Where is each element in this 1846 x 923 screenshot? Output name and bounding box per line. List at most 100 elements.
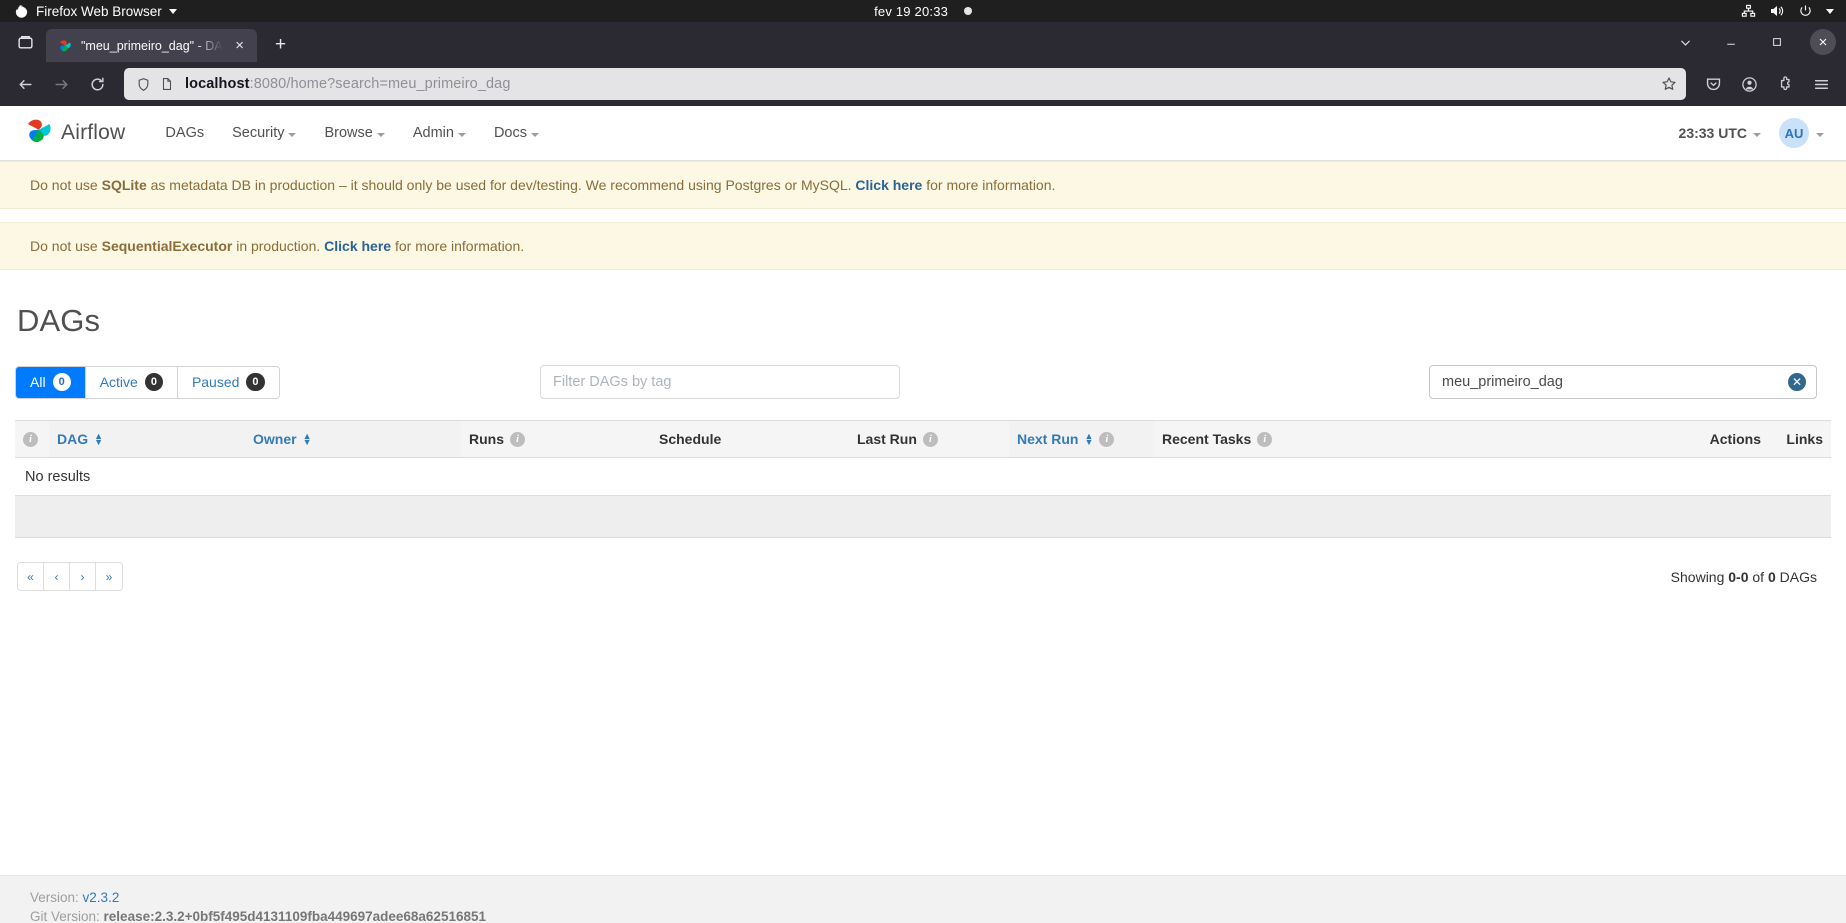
status-tab-label: All xyxy=(30,374,46,390)
timezone-selector[interactable]: 23:33 UTC xyxy=(1679,125,1761,141)
pagination-row: « ‹ › » Showing 0-0 of 0 DAGs xyxy=(15,562,1831,591)
version-label: Version: xyxy=(30,890,79,905)
user-menu[interactable]: AU xyxy=(1769,118,1824,148)
chevron-down-icon xyxy=(531,132,539,137)
info-icon[interactable]: i xyxy=(922,431,938,447)
shield-icon[interactable] xyxy=(134,75,152,93)
info-icon[interactable]: i xyxy=(23,431,38,447)
status-tab-paused[interactable]: Paused 0 xyxy=(177,366,279,398)
airflow-page: Airflow DAGs Security Browse Admin Docs … xyxy=(0,106,1846,923)
alert-text-post: for more information. xyxy=(922,177,1056,193)
alert-text-pre: Do not use xyxy=(30,238,102,254)
pocket-icon[interactable] xyxy=(1696,67,1730,101)
col-label: Links xyxy=(1786,431,1823,447)
tab-close-icon[interactable]: × xyxy=(231,37,249,55)
col-links: Links xyxy=(1769,420,1831,458)
chevron-down-icon[interactable] xyxy=(1826,8,1834,14)
footer-version-line: Version: v2.3.2 xyxy=(30,888,1846,907)
git-version-label: Git Version: xyxy=(30,909,100,923)
browser-tab-active[interactable]: "meu_primeiro_dag" - DA × xyxy=(46,29,257,62)
maximize-icon[interactable] xyxy=(1754,22,1800,62)
version-link[interactable]: v2.3.2 xyxy=(83,890,120,905)
alert-link[interactable]: Click here xyxy=(324,238,391,254)
alert-text-mid: in production. xyxy=(232,238,325,254)
nav-item-browse[interactable]: Browse xyxy=(310,106,398,161)
showing-total: 0 xyxy=(1767,568,1776,585)
browser-navigation-bar: localhost:8080/home?search=meu_primeiro_… xyxy=(0,62,1846,106)
tab-list-chevron-icon[interactable] xyxy=(1662,22,1708,62)
clear-search-icon[interactable]: ✕ xyxy=(1788,373,1806,391)
os-system-tray xyxy=(1741,3,1834,19)
table-header: i DAG ▲ ▼ Owner ▲ ▼ Runs i Schedule Last… xyxy=(15,420,1831,458)
back-icon[interactable] xyxy=(8,67,42,101)
airflow-navbar: Airflow DAGs Security Browse Admin Docs … xyxy=(0,106,1846,161)
nav-item-dags[interactable]: DAGs xyxy=(151,106,218,161)
chevron-down-icon xyxy=(288,132,297,137)
page-prev-button[interactable]: ‹ xyxy=(44,563,70,590)
showing-count: Showing 0-0 of 0 DAGs xyxy=(1671,569,1829,585)
nav-item-security[interactable]: Security xyxy=(218,106,310,161)
url-text[interactable]: localhost:8080/home?search=meu_primeiro_… xyxy=(185,76,1658,92)
chevron-down-icon[interactable] xyxy=(168,8,177,14)
dag-search-input[interactable]: meu_primeiro_dag ✕ xyxy=(1429,365,1817,399)
page-last-button[interactable]: » xyxy=(96,563,122,590)
url-bar[interactable]: localhost:8080/home?search=meu_primeiro_… xyxy=(124,68,1686,100)
new-tab-button[interactable]: + xyxy=(267,31,295,59)
page-info-icon[interactable] xyxy=(158,75,176,93)
info-icon[interactable]: i xyxy=(510,431,525,447)
col-label: Actions xyxy=(1709,431,1761,447)
forward-icon[interactable] xyxy=(44,67,78,101)
hamburger-menu-icon[interactable] xyxy=(1804,67,1838,101)
bookmark-star-icon[interactable] xyxy=(1658,73,1680,95)
url-path: :8080/home?search=meu_primeiro_dag xyxy=(249,76,511,92)
table-filler-cell xyxy=(15,495,1831,538)
chevron-down-icon xyxy=(1816,132,1824,137)
page-first-button[interactable]: « xyxy=(18,563,44,590)
alert-text-pre: Do not use xyxy=(30,177,102,193)
volume-icon[interactable] xyxy=(1769,3,1785,19)
reload-icon[interactable] xyxy=(80,67,114,101)
airflow-brand[interactable]: Airflow xyxy=(22,114,125,152)
showing-post: DAGs xyxy=(1775,568,1817,585)
page-next-button[interactable]: › xyxy=(70,563,96,590)
account-icon[interactable] xyxy=(1732,67,1766,101)
col-runs: Runs i xyxy=(461,420,651,458)
pagination-controls: « ‹ › » xyxy=(17,562,123,591)
col-next-run[interactable]: Next Run ▲ ▼ i xyxy=(1009,420,1154,458)
sort-arrows-icon: ▲ ▼ xyxy=(1084,431,1094,447)
status-tab-label: Active xyxy=(99,374,138,390)
network-icon[interactable] xyxy=(1741,4,1756,19)
status-tab-all[interactable]: All 0 xyxy=(16,366,86,398)
status-tab-active[interactable]: Active 0 xyxy=(85,366,178,398)
status-badge: 0 xyxy=(246,373,265,391)
status-tab-label: Paused xyxy=(191,374,240,390)
dag-search-value: meu_primeiro_dag xyxy=(1442,374,1563,390)
nav-item-docs[interactable]: Docs xyxy=(480,106,553,161)
page-footer: Version: v2.3.2 Git Version: release:2.3… xyxy=(0,875,1846,923)
alert-sqlite-warning: Do not use SQLite as metadata DB in prod… xyxy=(0,161,1846,209)
tab-list-button[interactable] xyxy=(8,25,42,59)
os-top-panel: Firefox Web Browser fev 19 20:33 xyxy=(0,0,1846,22)
col-recent-tasks: Recent Tasks i xyxy=(1154,420,1651,458)
minimize-icon[interactable] xyxy=(1708,22,1754,62)
power-icon[interactable] xyxy=(1798,4,1813,19)
alert-link[interactable]: Click here xyxy=(855,177,922,193)
nav-label: Security xyxy=(232,125,285,141)
os-app-menu[interactable]: Firefox Web Browser xyxy=(14,4,177,19)
info-icon[interactable]: i xyxy=(1257,431,1273,447)
nav-label: Docs xyxy=(493,125,527,141)
airflow-brand-text: Airflow xyxy=(61,121,126,144)
timezone-clock-text: 23:33 UTC xyxy=(1678,125,1747,141)
tag-filter-input[interactable]: Filter DAGs by tag xyxy=(540,365,900,399)
airflow-pinwheel-icon xyxy=(57,38,73,54)
nav-item-admin[interactable]: Admin xyxy=(399,106,480,161)
close-icon[interactable] xyxy=(1800,22,1846,62)
info-icon[interactable]: i xyxy=(1099,431,1115,447)
extensions-icon[interactable] xyxy=(1768,67,1802,101)
alert-text-post: for more information. xyxy=(391,238,525,254)
col-owner[interactable]: Owner ▲ ▼ xyxy=(245,420,461,458)
os-clock-text[interactable]: fev 19 20:33 xyxy=(874,4,948,19)
nav-label: Browse xyxy=(324,125,373,141)
col-dag[interactable]: DAG ▲ ▼ xyxy=(49,420,245,458)
os-clock-area: fev 19 20:33 xyxy=(0,4,1846,19)
